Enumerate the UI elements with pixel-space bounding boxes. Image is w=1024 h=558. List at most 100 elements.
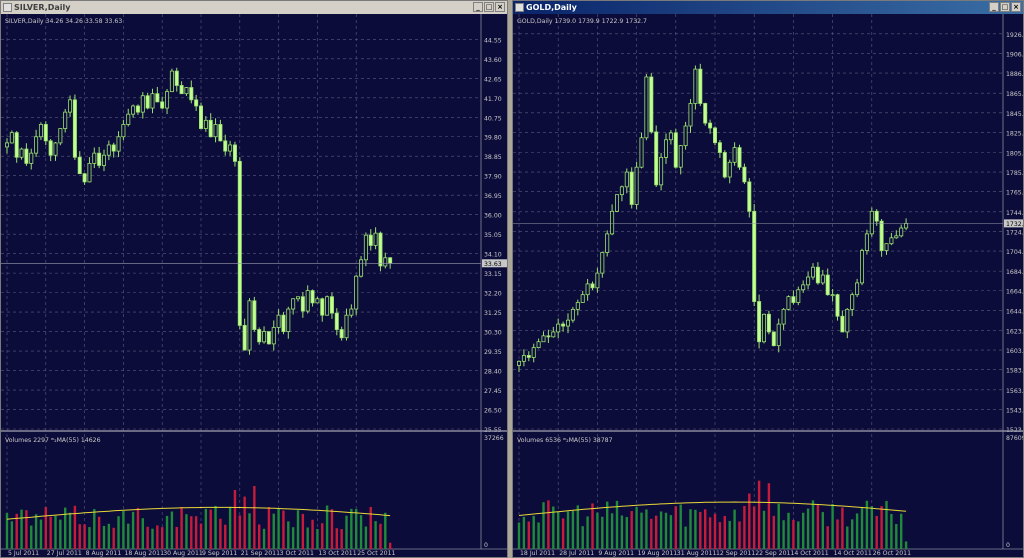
- candle-body: [531, 347, 536, 358]
- candle-body: [92, 152, 97, 164]
- volume-bar: [190, 516, 193, 549]
- y-tick-label: 1603.5: [1006, 348, 1023, 355]
- candle-body: [271, 327, 276, 345]
- volume-max-label: 87609: [1006, 435, 1023, 442]
- maximize-button[interactable]: □: [1000, 2, 1010, 12]
- y-tick-label: 41.70: [484, 96, 502, 103]
- chart-window-icon: [515, 3, 524, 12]
- candle-body: [820, 274, 825, 284]
- candle-body: [198, 105, 203, 129]
- x-tick-label: 28 Jul 2011: [559, 550, 594, 557]
- current-price-label: 1732.7: [1006, 221, 1023, 228]
- minimize-button[interactable]: _: [473, 2, 483, 12]
- volume-bar: [136, 507, 140, 549]
- maximize-button[interactable]: □: [484, 2, 494, 12]
- candle-body: [659, 156, 664, 186]
- volume-bar: [321, 523, 324, 549]
- volume-bar: [630, 511, 633, 549]
- candle-body: [536, 341, 541, 349]
- candle-body: [678, 145, 683, 168]
- candle-body: [213, 124, 218, 138]
- candle-body: [708, 122, 713, 129]
- x-tick-label: 18 Aug 2011: [124, 550, 164, 557]
- volume-bar: [557, 511, 560, 549]
- candle-body: [368, 234, 373, 246]
- candle-body: [546, 335, 551, 338]
- minimize-button[interactable]: _: [989, 2, 999, 12]
- volume-bar: [645, 509, 648, 549]
- candle-body: [737, 147, 742, 168]
- candle-body: [830, 294, 835, 297]
- gold-chart-window[interactable]: GOLD,Daily _ □ × 1926.0 1906.0 1886.0 1865.…: [512, 0, 1024, 558]
- gold-window-titlebar[interactable]: GOLD,Daily _ □ ×: [513, 1, 1023, 14]
- volume-max-label: 37266: [484, 435, 504, 442]
- candle-body: [610, 210, 615, 235]
- y-tick-label: 34.10: [484, 252, 502, 259]
- candle-body: [761, 313, 766, 343]
- volume-bar: [561, 518, 565, 549]
- volume-bar: [552, 506, 555, 549]
- volume-bar: [689, 509, 692, 549]
- volume-bar: [841, 507, 844, 549]
- volume-bar: [596, 512, 599, 549]
- candle-body: [835, 294, 840, 317]
- volume-bar: [117, 516, 120, 549]
- volume-bar: [306, 527, 309, 549]
- candle-body: [727, 161, 732, 178]
- volume-bar: [156, 525, 159, 549]
- volume-bar: [83, 524, 86, 549]
- x-tick-label: 26 Oct 2011: [873, 550, 911, 557]
- close-button[interactable]: ×: [495, 2, 505, 12]
- candle-body: [373, 232, 378, 246]
- y-tick-label: 1623.5: [1006, 328, 1023, 335]
- volume-bar: [175, 526, 178, 549]
- volume-bar: [601, 516, 604, 549]
- volume-bar: [388, 542, 392, 549]
- gold-chart[interactable]: 1926.0 1906.0 1886.0 1865.5 1845.5 1825.5 1805…: [513, 14, 1023, 557]
- volume-bar: [860, 507, 864, 549]
- candle-body: [884, 243, 889, 251]
- silver-window-titlebar[interactable]: SILVER,Daily _ □ ×: [1, 1, 507, 14]
- candle-body: [585, 283, 590, 296]
- silver-chart[interactable]: 44.55 43.60 42.65 41.70 40.75 39.80 38.85 37.90…: [1, 14, 507, 557]
- candle-body: [203, 119, 208, 129]
- candle-body: [693, 68, 698, 104]
- candle-body: [629, 171, 634, 205]
- candle-body: [757, 301, 762, 343]
- candle-body: [864, 233, 869, 251]
- candle-body: [742, 166, 747, 183]
- volume-bar: [146, 526, 149, 549]
- volume-bar: [885, 500, 888, 549]
- volume-bar: [291, 527, 295, 549]
- candle-body: [102, 154, 107, 166]
- candle-body: [111, 144, 116, 152]
- volume-bar: [753, 506, 756, 549]
- candle-body: [257, 329, 262, 343]
- candle-body: [286, 308, 291, 332]
- volume-bar: [350, 508, 353, 549]
- volume-bar: [374, 521, 377, 549]
- candle-body: [605, 233, 610, 253]
- close-button[interactable]: ×: [1011, 2, 1021, 12]
- volume-bar: [141, 518, 144, 549]
- candle-body: [140, 95, 145, 113]
- y-tick-label: 1704.5: [1006, 249, 1023, 256]
- volume-bar: [713, 513, 717, 549]
- volume-bar: [836, 519, 839, 549]
- candle-body: [155, 93, 160, 103]
- volume-bar: [762, 510, 766, 549]
- silver-chart-window[interactable]: SILVER,Daily _ □ × 44.55 43.60 42.65 41.70 4…: [0, 0, 508, 558]
- candle-body: [68, 99, 73, 113]
- volume-bar: [547, 500, 550, 549]
- volume-bar: [93, 509, 96, 549]
- volume-bar: [855, 513, 859, 549]
- volume-bar: [282, 510, 285, 549]
- volume-bar: [708, 517, 712, 549]
- volume-bar: [811, 500, 815, 549]
- x-tick-label: 9 Sep 2011: [202, 550, 237, 557]
- candle-body: [169, 70, 174, 93]
- candle-body: [874, 210, 879, 222]
- y-tick-label: 31.25: [484, 310, 502, 317]
- volume-bar: [591, 503, 594, 549]
- y-tick-label: 37.90: [484, 174, 502, 181]
